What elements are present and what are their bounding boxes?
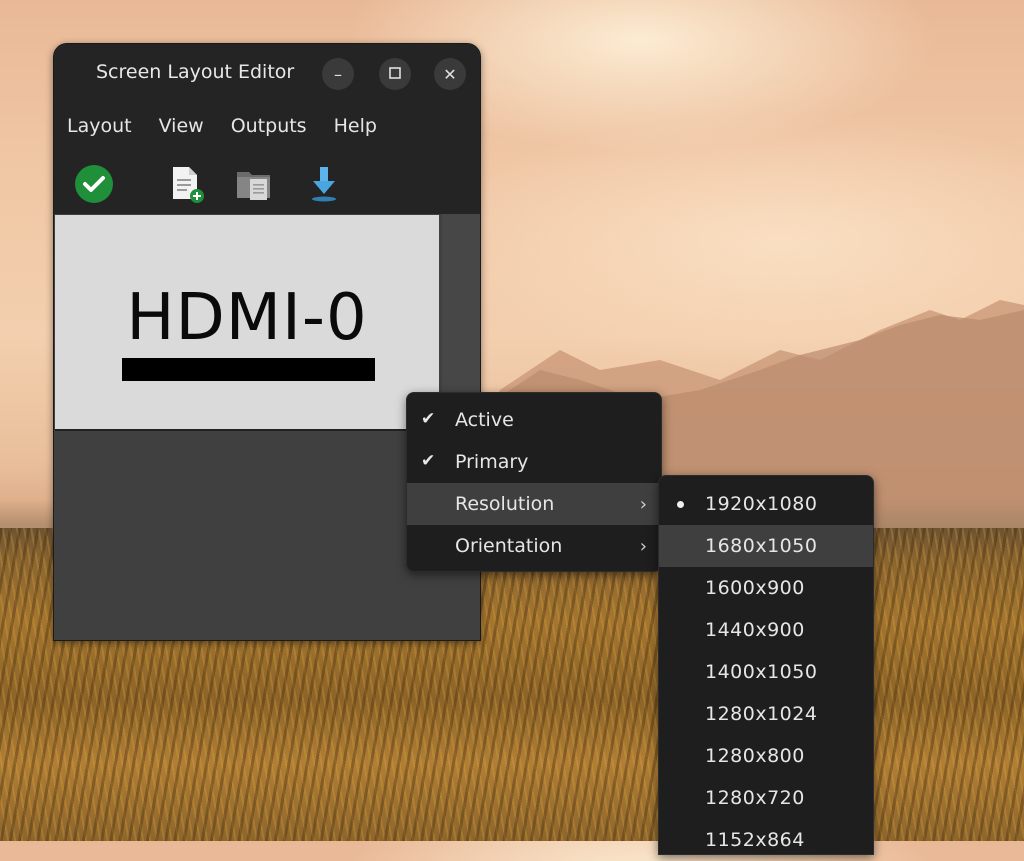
menu-outputs[interactable]: Outputs <box>231 115 307 137</box>
open-layout-button[interactable] <box>234 164 274 204</box>
selected-radio-icon <box>677 500 684 508</box>
apply-check-icon <box>75 165 113 203</box>
resolution-item[interactable]: 1400x1050 <box>659 651 873 693</box>
context-item-label: Primary <box>455 451 529 473</box>
checkmark-icon: ✔ <box>421 451 436 471</box>
menubar: Layout View Outputs Help <box>54 104 480 148</box>
chevron-right-icon: › <box>639 493 647 515</box>
minimize-icon: – <box>334 64 342 84</box>
save-layout-button[interactable] <box>304 164 344 204</box>
resolution-label: 1400x1050 <box>705 661 818 683</box>
resolution-item[interactable]: 1680x1050 <box>659 525 873 567</box>
resolution-item[interactable]: 1440x900 <box>659 609 873 651</box>
context-item-primary[interactable]: ✔ Primary <box>407 441 661 483</box>
maximize-button[interactable] <box>379 58 411 90</box>
menu-layout[interactable]: Layout <box>67 115 132 137</box>
menu-view[interactable]: View <box>159 115 204 137</box>
resolution-item[interactable]: 1280x800 <box>659 735 873 777</box>
context-item-orientation[interactable]: Orientation › <box>407 525 661 567</box>
output-hdmi-0[interactable]: HDMI-0 <box>55 215 439 431</box>
resolution-item[interactable]: 1280x720 <box>659 777 873 819</box>
close-icon: ✕ <box>443 64 457 84</box>
resolution-item[interactable]: 1920x1080 <box>659 483 873 525</box>
resolution-label: 1440x900 <box>705 619 805 641</box>
resolution-item[interactable]: 1600x900 <box>659 567 873 609</box>
context-item-label: Orientation <box>455 535 563 557</box>
output-name-underline <box>122 358 375 381</box>
resolution-label: 1152x864 <box>705 829 805 851</box>
context-item-resolution[interactable]: Resolution › <box>407 483 661 525</box>
resolution-item[interactable]: 1152x864 <box>659 819 873 861</box>
resolution-label: 1920x1080 <box>705 493 818 515</box>
menu-help[interactable]: Help <box>334 115 377 137</box>
maximize-icon <box>388 65 402 84</box>
resolution-submenu: 1920x1080 1680x1050 1600x900 1440x900 14… <box>658 475 874 855</box>
context-item-label: Active <box>455 409 514 431</box>
output-name-label: HDMI-0 <box>126 281 368 355</box>
toolbar <box>54 148 480 214</box>
new-layout-button[interactable] <box>167 164 207 204</box>
window-title: Screen Layout Editor <box>96 61 295 83</box>
save-download-icon <box>312 167 336 202</box>
checkmark-icon: ✔ <box>421 409 436 429</box>
output-context-menu: ✔ Active ✔ Primary Resolution › Orientat… <box>406 392 662 572</box>
resolution-label: 1280x720 <box>705 787 805 809</box>
resolution-item[interactable]: 1280x1024 <box>659 693 873 735</box>
resolution-label: 1280x1024 <box>705 703 818 725</box>
close-button[interactable]: ✕ <box>434 58 466 90</box>
resolution-label: 1600x900 <box>705 577 805 599</box>
open-folder-icon <box>237 172 270 200</box>
chevron-right-icon: › <box>639 535 647 557</box>
resolution-label: 1280x800 <box>705 745 805 767</box>
context-item-active[interactable]: ✔ Active <box>407 399 661 441</box>
minimize-button[interactable]: – <box>322 58 354 90</box>
resolution-label: 1680x1050 <box>705 535 818 557</box>
apply-button[interactable] <box>74 164 114 204</box>
titlebar[interactable]: Screen Layout Editor – ✕ <box>54 44 480 104</box>
new-document-icon <box>173 167 204 203</box>
context-item-label: Resolution <box>455 493 555 515</box>
